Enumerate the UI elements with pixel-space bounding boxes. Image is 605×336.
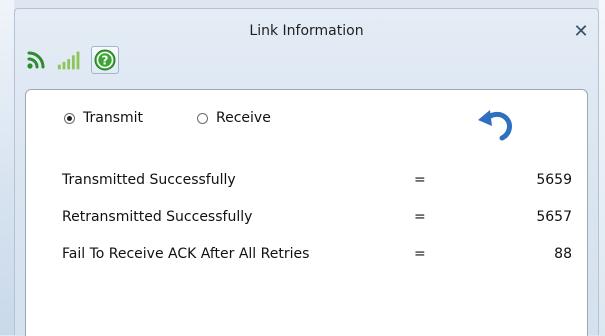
help-icon: ?	[94, 49, 116, 71]
help-tab[interactable]: ?	[91, 46, 119, 74]
transmit-radio-circle[interactable]	[64, 112, 75, 124]
stat-label: Transmitted Successfully	[62, 172, 236, 188]
window-title: Link Information	[249, 23, 364, 39]
stat-value: 88	[554, 246, 572, 262]
stat-equals: =	[414, 246, 426, 262]
stat-label: Retransmitted Successfully	[62, 209, 253, 225]
wireless-signal-icon	[27, 51, 45, 69]
receive-radio[interactable]: Receive	[197, 110, 271, 126]
stats-list: Transmitted Successfully = 5659 Retransm…	[62, 172, 582, 280]
background-right	[599, 0, 605, 335]
link-info-panel: Transmit Receive Transmitted Successfull…	[25, 89, 588, 336]
stat-value: 5659	[536, 172, 572, 188]
stat-row: Retransmitted Successfully = 5657	[62, 209, 582, 243]
stat-row: Transmitted Successfully = 5659	[62, 172, 582, 206]
transmit-label: Transmit	[83, 110, 144, 126]
transmit-radio[interactable]: Transmit	[64, 110, 143, 126]
stat-value: 5657	[536, 209, 572, 225]
mode-selector: Transmit Receive	[64, 110, 271, 126]
link-information-window: Link Information ✕ ? Transmit Receive Tr…	[14, 8, 599, 336]
stat-equals: =	[414, 209, 426, 225]
receive-label: Receive	[216, 110, 271, 126]
wireless-tab[interactable]	[23, 46, 51, 74]
signal-strength-icon	[57, 51, 80, 70]
signal-strength-tab[interactable]	[57, 46, 85, 74]
receive-radio-circle[interactable]	[197, 112, 209, 124]
background-left	[0, 0, 14, 335]
toolbar: ?	[23, 45, 119, 75]
svg-text:?: ?	[102, 54, 109, 68]
stat-label: Fail To Receive ACK After All Retries	[62, 246, 310, 262]
stat-equals: =	[414, 172, 426, 188]
close-icon[interactable]: ✕	[570, 21, 592, 43]
stat-row: Fail To Receive ACK After All Retries = …	[62, 246, 582, 280]
refresh-icon[interactable]	[476, 108, 516, 144]
